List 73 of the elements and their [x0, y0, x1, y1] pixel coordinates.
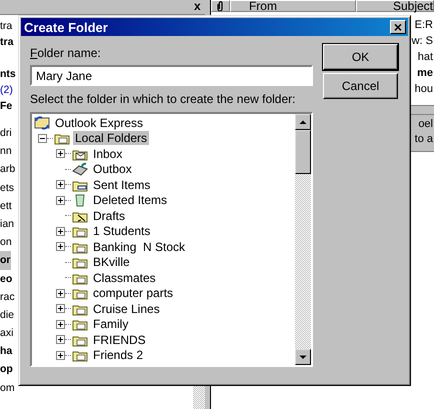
tree-item[interactable]: Sent Items	[91, 178, 152, 192]
expand-icon[interactable]	[56, 242, 65, 252]
scrollbar[interactable]	[295, 114, 311, 365]
message-subject[interactable]: hat	[418, 49, 433, 65]
paperclip-icon	[217, 1, 224, 11]
expand-icon[interactable]	[56, 196, 65, 205]
field-label: Folder name:	[30, 46, 102, 62]
column-header[interactable]: From	[230, 0, 356, 12]
close-pane-button[interactable]: x	[194, 0, 201, 13]
contact-item[interactable]: ett	[0, 196, 12, 215]
tree-item[interactable]: Outlook Express	[53, 116, 146, 130]
close-button[interactable]: ×	[390, 20, 406, 34]
tree-item[interactable]: Banking N Stock	[91, 240, 188, 254]
column-header[interactable]: Subject	[356, 0, 434, 12]
message-subject[interactable]: me	[417, 65, 433, 81]
expand-icon[interactable]	[56, 304, 65, 314]
expand-icon[interactable]	[56, 288, 65, 298]
ok-button[interactable]: OK	[323, 44, 398, 70]
outlook-icon	[34, 116, 50, 130]
scrollbar[interactable]	[193, 386, 205, 409]
contact-item[interactable]: ets	[0, 178, 14, 197]
contact-item[interactable]: ha	[0, 342, 12, 360]
expand-icon[interactable]	[56, 320, 65, 329]
message-subject[interactable]: hou	[414, 81, 433, 97]
tree-item[interactable]: Deleted Items	[91, 193, 170, 208]
tree-item[interactable]: Family	[91, 317, 130, 332]
preview-text: to a	[414, 132, 433, 147]
folder-item[interactable]: tra	[0, 18, 12, 34]
scroll-thumb[interactable]	[295, 130, 311, 174]
scroll-down-button[interactable]	[295, 349, 311, 365]
folder-item[interactable]: tra	[0, 34, 14, 50]
contact-item[interactable]: om	[0, 378, 15, 397]
contact-item[interactable]: nn	[0, 142, 12, 160]
expand-icon[interactable]	[56, 350, 65, 360]
tree-item[interactable]: FRIENDS	[91, 332, 148, 347]
contact-item[interactable]: die	[0, 306, 14, 324]
expand-icon[interactable]	[56, 226, 65, 236]
expand-icon[interactable]	[56, 149, 65, 158]
expand-icon[interactable]	[56, 335, 65, 344]
tree-item[interactable]: Drafts	[91, 208, 128, 223]
input-field[interactable]: Mary Jane	[30, 65, 313, 86]
message-subject[interactable]: w: S	[412, 33, 433, 49]
contact-item[interactable]: eo	[0, 270, 12, 288]
contact-item[interactable]: rac	[0, 288, 15, 306]
tree-item[interactable]: Local Folders	[73, 131, 150, 146]
contact-item[interactable]: op	[0, 360, 13, 379]
expand-icon[interactable]	[56, 180, 65, 190]
contact-item[interactable]: dri	[0, 124, 12, 142]
tree-item[interactable]: Cruise Lines	[91, 302, 162, 316]
tree-item[interactable]: BKville	[91, 255, 132, 270]
window-title: Create Folder	[24, 20, 108, 34]
folder-item[interactable]: Fe	[0, 98, 12, 114]
tree-item[interactable]: Inbox	[91, 146, 124, 161]
unread-count[interactable]: (2)	[0, 82, 13, 98]
message-subject[interactable]: E:R	[414, 17, 433, 33]
cancel-button[interactable]: Cancel	[323, 73, 398, 99]
contact-item[interactable]: axi	[0, 324, 14, 342]
tree-item[interactable]: computer parts	[91, 286, 176, 300]
scroll-up-button[interactable]	[295, 114, 311, 130]
contact-item[interactable]: ian	[0, 214, 14, 234]
tree-item[interactable]: Classmates	[91, 270, 158, 285]
contact-item[interactable]: or	[0, 251, 10, 270]
tree-item[interactable]: Outbox	[91, 162, 134, 176]
field-label: Select the folder in which to create the new folder:	[30, 92, 296, 107]
tree-item[interactable]: Friends 2	[91, 348, 146, 362]
contact-item[interactable]: on	[0, 233, 12, 252]
outbox-icon	[72, 162, 88, 176]
tree-item[interactable]: 1 Students	[91, 224, 152, 238]
folder-item[interactable]: nts	[0, 66, 16, 82]
attachment-column-header[interactable]	[211, 0, 230, 12]
contact-item[interactable]: arb	[0, 160, 16, 179]
collapse-icon[interactable]	[38, 134, 47, 143]
preview-text: oel	[418, 117, 433, 132]
